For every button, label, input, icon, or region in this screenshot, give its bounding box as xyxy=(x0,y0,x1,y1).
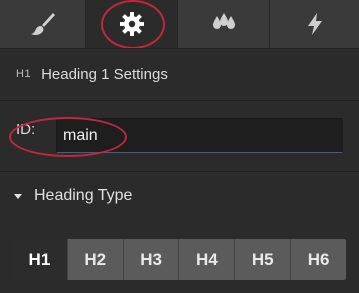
settings-tab-bar xyxy=(0,0,359,48)
brush-icon xyxy=(30,11,56,37)
id-field-row: ID: xyxy=(0,101,359,156)
id-label: ID: xyxy=(16,121,36,138)
heading-type-section-toggle[interactable]: Heading Type xyxy=(0,172,359,220)
tab-settings[interactable] xyxy=(86,0,178,48)
lightning-icon xyxy=(304,12,326,36)
element-type-badge: H1 xyxy=(16,68,32,80)
id-input[interactable] xyxy=(56,118,343,153)
tab-lightning[interactable] xyxy=(270,0,359,48)
heading-level-h2[interactable]: H2 xyxy=(67,239,124,280)
settings-title: Heading 1 Settings xyxy=(41,65,168,83)
heading-level-selector: H1 H2 H3 H4 H5 H6 xyxy=(12,239,346,280)
tab-style[interactable] xyxy=(0,0,86,48)
heading-type-label: Heading Type xyxy=(34,187,133,204)
element-settings-header: H1 Heading 1 Settings xyxy=(0,48,359,100)
heading-level-h3[interactable]: H3 xyxy=(123,239,180,280)
caret-down-icon xyxy=(14,193,22,199)
heading-level-h4[interactable]: H4 xyxy=(179,239,236,280)
heading-level-h1[interactable]: H1 xyxy=(12,239,68,280)
gear-icon xyxy=(119,11,145,37)
heading-level-h6[interactable]: H6 xyxy=(291,239,346,280)
heading-level-h5[interactable]: H5 xyxy=(235,239,292,280)
droplets-icon xyxy=(209,13,239,35)
tab-interactions[interactable] xyxy=(178,0,270,48)
